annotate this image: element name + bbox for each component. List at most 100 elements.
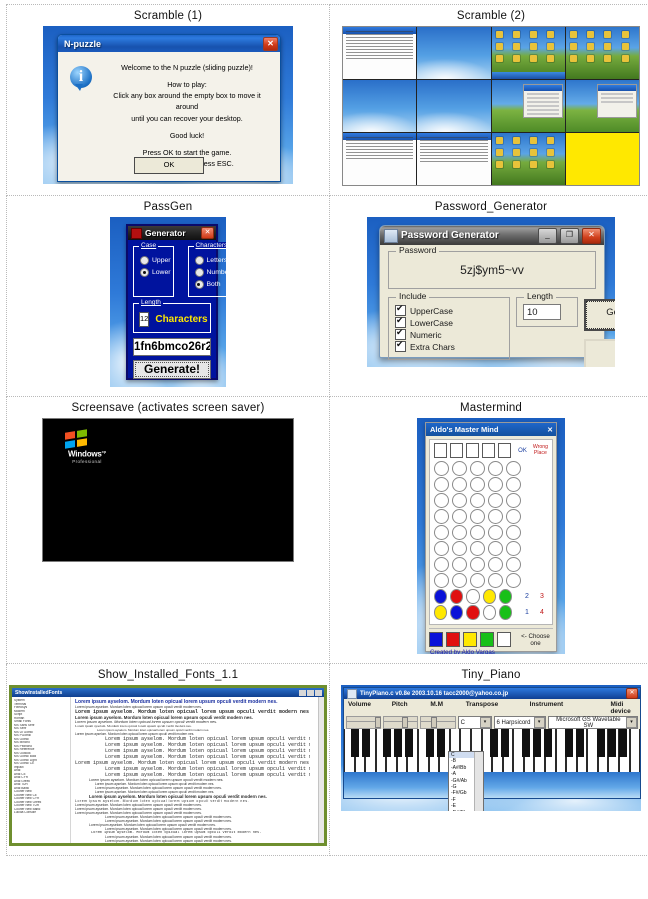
- radio-letters[interactable]: Letters: [194, 256, 226, 265]
- generate-button[interactable]: Generate: [584, 299, 615, 331]
- palette-swatch-white[interactable]: [497, 632, 511, 647]
- length-row: 12 Characters: [136, 311, 208, 328]
- empty-guess-row[interactable]: [434, 525, 548, 540]
- message-line: Good luck!: [169, 130, 205, 140]
- tile[interactable]: [491, 80, 565, 132]
- peg: [470, 541, 485, 556]
- close-icon[interactable]: ✕: [582, 227, 601, 244]
- credit-link[interactable]: Created by Aldo Vargas: [430, 649, 556, 654]
- secret-slot[interactable]: [434, 443, 448, 458]
- password-output[interactable]: 1fn6bmco26r2: [133, 338, 211, 356]
- tile-detail: [346, 31, 414, 75]
- secret-slot[interactable]: [466, 443, 480, 458]
- transpose-dropdown-list[interactable]: C -B -A#/Bb -A -G#/Ab -G -F#/Gb -F -E -D…: [448, 751, 484, 811]
- palette-swatch-green[interactable]: [480, 632, 494, 647]
- empty-guess-row[interactable]: [434, 493, 548, 508]
- control-row: C ▾ 6 Harpsicord ▾ Microsoft GS Wavetabl…: [344, 716, 640, 729]
- length-input[interactable]: 12: [139, 312, 150, 327]
- close-icon[interactable]: ✕: [547, 426, 553, 434]
- volume-slider[interactable]: [346, 716, 382, 729]
- close-icon[interactable]: ✕: [263, 36, 278, 51]
- font-viewer-body: System Terminal FixedSys Modern Script R…: [12, 697, 324, 843]
- black-key: [544, 729, 552, 757]
- empty-guess-row[interactable]: [434, 461, 548, 476]
- minimize-icon[interactable]: _: [538, 227, 557, 244]
- dropdown-scrollbar[interactable]: [474, 752, 483, 811]
- close-icon[interactable]: ✕: [626, 688, 638, 699]
- radio-label: Lower: [152, 269, 171, 276]
- empty-guess-row[interactable]: [434, 573, 548, 588]
- close-icon[interactable]: ✕: [201, 227, 214, 239]
- empty-guess-row[interactable]: [434, 557, 548, 572]
- generate-button[interactable]: Generate!: [133, 360, 211, 379]
- tile[interactable]: [343, 27, 417, 79]
- tile[interactable]: [565, 80, 639, 132]
- tile[interactable]: [491, 133, 565, 185]
- instrument-combo[interactable]: 6 Harpsicord ▾: [493, 716, 546, 729]
- copy-button[interactable]: Copy: [584, 339, 615, 367]
- chevron-down-icon[interactable]: ▾: [626, 717, 637, 728]
- palette-swatch-red[interactable]: [446, 632, 460, 647]
- font-viewer-titlebar: ShowInstalledFonts: [12, 688, 324, 697]
- length-input[interactable]: 10: [523, 304, 561, 320]
- app-icon: [347, 688, 357, 699]
- empty-guess-row[interactable]: [434, 477, 548, 492]
- tile[interactable]: [417, 27, 491, 79]
- checkbox-numeric[interactable]: Numeric: [395, 327, 503, 340]
- caption-show-installed-fonts: Show_Installed_Fonts_1.1: [97, 669, 239, 681]
- chevron-down-icon[interactable]: ▾: [533, 717, 545, 728]
- black-key: [565, 729, 573, 757]
- midi-device-combo[interactable]: Microsoft GS Wavetable SW ▾: [547, 716, 638, 729]
- black-key: [490, 729, 498, 757]
- tile[interactable]: [343, 133, 417, 185]
- checkbox-lowercase[interactable]: LowerCase: [395, 315, 503, 328]
- tile[interactable]: [417, 80, 491, 132]
- guess-row[interactable]: 1 4: [434, 605, 548, 620]
- length-groupbox: Length 10: [516, 291, 578, 327]
- pitch-slider[interactable]: [383, 716, 419, 729]
- secret-slot[interactable]: [450, 443, 464, 458]
- password-field[interactable]: 5zj$ym5~vv: [395, 258, 589, 282]
- secret-slot[interactable]: [482, 443, 496, 458]
- transpose-combo[interactable]: C ▾: [457, 716, 492, 729]
- checkbox-icon: [395, 339, 406, 352]
- tile[interactable]: [565, 27, 639, 79]
- mm-slider[interactable]: [420, 716, 456, 729]
- tile[interactable]: [343, 80, 417, 132]
- radio-lower[interactable]: Lower: [140, 268, 171, 277]
- gallery-row: Scramble (1) N-puzzle ✕ i Welcome to the…: [6, 4, 648, 196]
- app-icon: [131, 227, 142, 239]
- radio-numbers[interactable]: Numbers: [194, 268, 226, 277]
- empty-guess-row[interactable]: [434, 509, 548, 524]
- chevron-down-icon[interactable]: ▾: [479, 717, 491, 728]
- maximize-icon[interactable]: [307, 689, 314, 696]
- characters-label: Characters: [155, 314, 208, 325]
- black-key: [597, 729, 605, 757]
- guess-row[interactable]: 2 3: [434, 589, 548, 604]
- maximize-icon[interactable]: ❐: [560, 227, 579, 244]
- palette-swatch-blue[interactable]: [429, 632, 443, 647]
- gallery-cell-tiny-piano: Tiny_Piano TinyPiano.c v0.8e 2003.10.16 …: [329, 663, 648, 856]
- message-line: How to play: Click any box around the em…: [102, 79, 272, 124]
- peg: [434, 509, 449, 524]
- length-fieldset: Length 12 Characters: [133, 299, 211, 333]
- peg: [506, 509, 521, 524]
- case-legend: Case: [139, 242, 159, 249]
- checkbox-uppercase[interactable]: UpperCase: [395, 303, 503, 316]
- radio-upper[interactable]: Upper: [140, 256, 171, 265]
- tile[interactable]: [491, 27, 565, 79]
- screenshot-passgen: Generator ✕ Case Upper Lower Characters …: [110, 217, 226, 387]
- minimize-icon[interactable]: [299, 689, 306, 696]
- piano-keyboard[interactable]: C -B -A#/Bb -A -G#/Ab -G -F#/Gb -F -E -D…: [344, 729, 641, 811]
- checkbox-extra-chars[interactable]: Extra Chars: [395, 339, 503, 352]
- ok-button[interactable]: OK: [134, 157, 204, 174]
- vertical-scrollbar[interactable]: [318, 697, 324, 843]
- close-icon[interactable]: [315, 689, 322, 696]
- secret-slot[interactable]: [498, 443, 512, 458]
- tile[interactable]: [417, 133, 491, 185]
- empty-guess-row[interactable]: [434, 541, 548, 556]
- palette-swatch-yellow[interactable]: [463, 632, 477, 647]
- tile[interactable]: [565, 133, 639, 185]
- peg: [450, 605, 464, 620]
- radio-both[interactable]: Both: [194, 280, 226, 289]
